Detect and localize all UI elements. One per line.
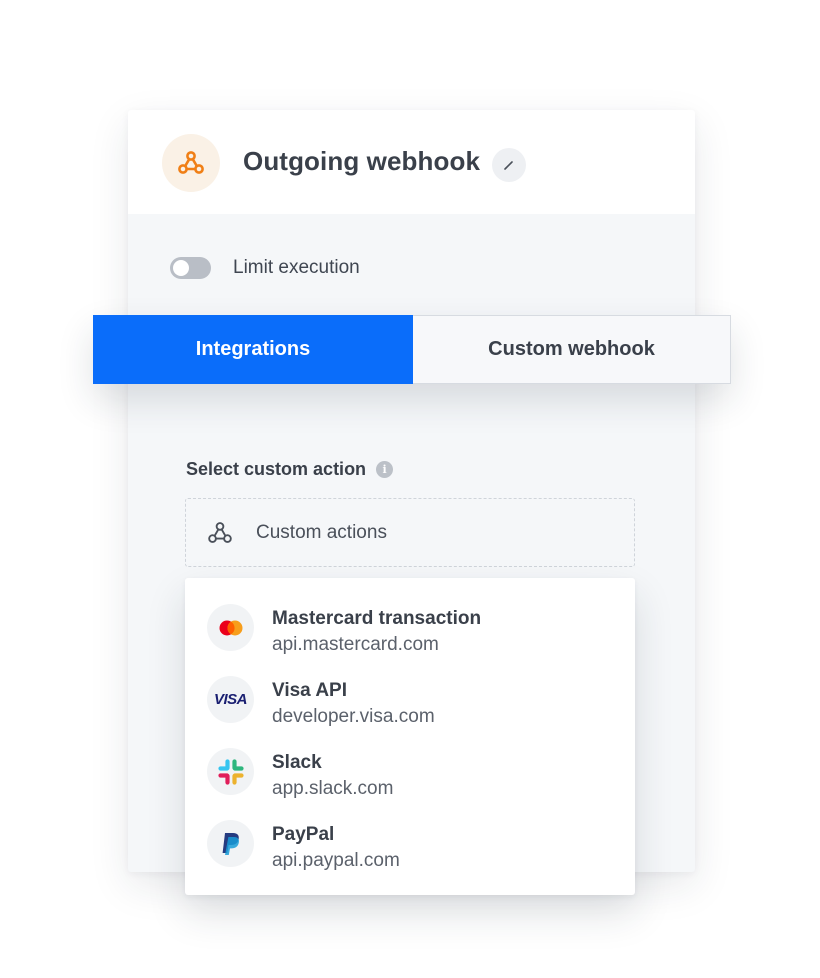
dropdown-item-slack[interactable]: Slack app.slack.com <box>185 736 635 800</box>
edit-title-button[interactable] <box>492 148 526 182</box>
paypal-logo <box>207 820 254 867</box>
select-custom-action-label: Select custom action <box>186 459 367 479</box>
pencil-icon <box>504 161 513 170</box>
limit-execution-row: Limit execution <box>170 256 360 280</box>
dropdown-item-name: Visa API <box>272 680 347 701</box>
dropdown-item-url: developer.visa.com <box>272 706 435 727</box>
dropdown-item-name: Mastercard transaction <box>272 608 482 629</box>
tab-integrations[interactable]: Integrations <box>93 315 413 384</box>
visa-logo-text: VISA <box>213 691 248 708</box>
custom-actions-dropdown: Mastercard transaction api.mastercard.co… <box>185 578 635 895</box>
dropdown-item-url: app.slack.com <box>272 778 394 799</box>
dropdown-item-visa[interactable]: VISA Visa API developer.visa.com <box>185 664 635 728</box>
custom-actions-select[interactable]: Custom actions <box>185 498 635 567</box>
dropdown-item-mastercard[interactable]: Mastercard transaction api.mastercard.co… <box>185 592 635 656</box>
limit-execution-toggle[interactable] <box>170 257 211 279</box>
card-title: Outgoing webhook <box>243 146 481 176</box>
stage: Outgoing webhook Limit execution Integra… <box>0 0 820 978</box>
visa-logo: VISA <box>207 676 254 723</box>
dropdown-item-paypal[interactable]: PayPal api.paypal.com <box>185 808 635 872</box>
tab-bar: Integrations Custom webhook <box>93 315 731 384</box>
limit-execution-label: Limit execution <box>233 257 360 278</box>
dropdown-item-url: api.mastercard.com <box>272 634 439 655</box>
custom-actions-placeholder: Custom actions <box>256 521 387 543</box>
dropdown-item-url: api.paypal.com <box>272 850 400 871</box>
slack-logo <box>207 748 254 795</box>
dropdown-item-name: Slack <box>272 752 322 773</box>
webhook-icon <box>162 134 220 192</box>
select-custom-action-heading: Select custom action i <box>186 459 394 480</box>
mastercard-logo <box>207 604 254 651</box>
card-header: Outgoing webhook <box>128 110 695 214</box>
tab-custom-webhook[interactable]: Custom webhook <box>413 315 731 384</box>
dropdown-item-name: PayPal <box>272 824 335 845</box>
toggle-knob <box>173 260 189 276</box>
webhook-icon <box>206 519 234 547</box>
info-icon[interactable]: i <box>376 461 394 478</box>
